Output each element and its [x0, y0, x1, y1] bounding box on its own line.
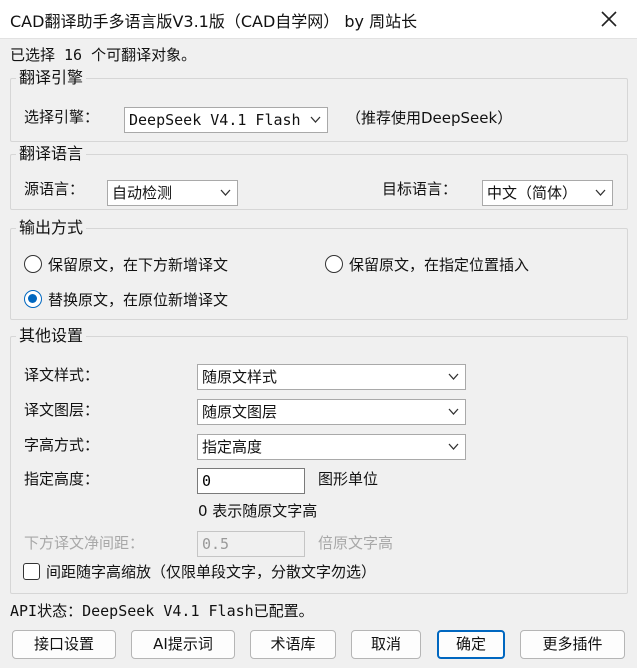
- layer-select-value: 随原文图层: [202, 403, 278, 421]
- api-settings-button[interactable]: 接口设置: [12, 630, 116, 659]
- chevron-down-icon: [448, 443, 459, 451]
- radio-replace[interactable]: [24, 290, 42, 308]
- engine-select[interactable]: DeepSeek V4.1 Flash: [124, 107, 328, 133]
- height-input[interactable]: [198, 469, 304, 493]
- radio-keep-insert-label[interactable]: 保留原文，在指定位置插入: [349, 254, 529, 275]
- style-select[interactable]: 随原文样式: [197, 364, 466, 390]
- height-mode-value: 指定高度: [202, 438, 263, 456]
- source-language-select[interactable]: 自动检测: [107, 180, 238, 206]
- target-language-label: 目标语言：: [382, 180, 458, 198]
- target-language-select[interactable]: 中文（简体）: [482, 180, 613, 206]
- layer-select[interactable]: 随原文图层: [197, 399, 466, 425]
- language-group-title: 翻译语言: [16, 144, 87, 164]
- close-icon[interactable]: [595, 5, 623, 33]
- source-language-value: 自动检测: [112, 184, 173, 202]
- style-label: 译文样式：: [24, 366, 100, 384]
- engine-label: 选择引擎：: [24, 108, 100, 126]
- height-hint: 0 表示随原文字高: [198, 502, 318, 520]
- chevron-down-icon: [448, 408, 459, 416]
- engine-group-title: 翻译引擎: [16, 68, 87, 88]
- window-title: CAD翻译助手多语言版V3.1版（CAD自学网） by 周站长: [10, 12, 418, 31]
- height-unit: 图形单位: [318, 470, 379, 488]
- cancel-button[interactable]: 取消: [351, 630, 421, 659]
- ok-button[interactable]: 确定: [437, 630, 505, 659]
- spacing-label: 下方译文净间距：: [24, 534, 145, 552]
- more-plugins-button[interactable]: 更多插件: [520, 630, 625, 659]
- radio-keep-below-label[interactable]: 保留原文，在下方新增译文: [48, 254, 228, 275]
- chevron-down-icon: [448, 373, 459, 381]
- style-select-value: 随原文样式: [202, 368, 278, 386]
- layer-label: 译文图层：: [24, 401, 100, 419]
- height-mode-label: 字高方式：: [24, 436, 100, 454]
- radio-keep-below[interactable]: [24, 255, 42, 273]
- spacing-input[interactable]: [198, 532, 304, 556]
- spacing-input-box[interactable]: [197, 531, 305, 557]
- output-group-title: 输出方式: [16, 218, 87, 238]
- title-bar[interactable]: CAD翻译助手多语言版V3.1版（CAD自学网） by 周站长: [0, 0, 637, 39]
- ai-prompt-button[interactable]: AI提示词: [131, 630, 235, 659]
- api-status: API状态：DeepSeek V4.1 Flash已配置。: [10, 602, 314, 620]
- height-input-box[interactable]: [197, 468, 305, 494]
- radio-replace-label[interactable]: 替换原文，在原位新增译文: [48, 289, 228, 310]
- chevron-down-icon: [220, 189, 231, 197]
- height-label: 指定高度：: [24, 470, 100, 488]
- radio-keep-insert[interactable]: [325, 255, 343, 273]
- engine-hint: （推荐使用DeepSeek）: [346, 109, 513, 127]
- chevron-down-icon: [310, 116, 321, 124]
- source-language-label: 源语言：: [24, 180, 85, 198]
- target-language-value: 中文（简体）: [487, 184, 578, 202]
- spacing-unit: 倍原文字高: [318, 534, 394, 552]
- height-mode-select[interactable]: 指定高度: [197, 434, 466, 460]
- selection-info: 已选择 16 个可翻译对象。: [10, 46, 197, 64]
- scale-checkbox[interactable]: [23, 563, 40, 580]
- other-settings-title: 其他设置: [16, 326, 87, 346]
- scale-checkbox-label[interactable]: 间距随字高缩放（仅限单段文字，分散文字勿选）: [46, 561, 376, 582]
- engine-select-value: DeepSeek V4.1 Flash: [129, 111, 301, 129]
- chevron-down-icon: [595, 189, 606, 197]
- glossary-button[interactable]: 术语库: [250, 630, 336, 659]
